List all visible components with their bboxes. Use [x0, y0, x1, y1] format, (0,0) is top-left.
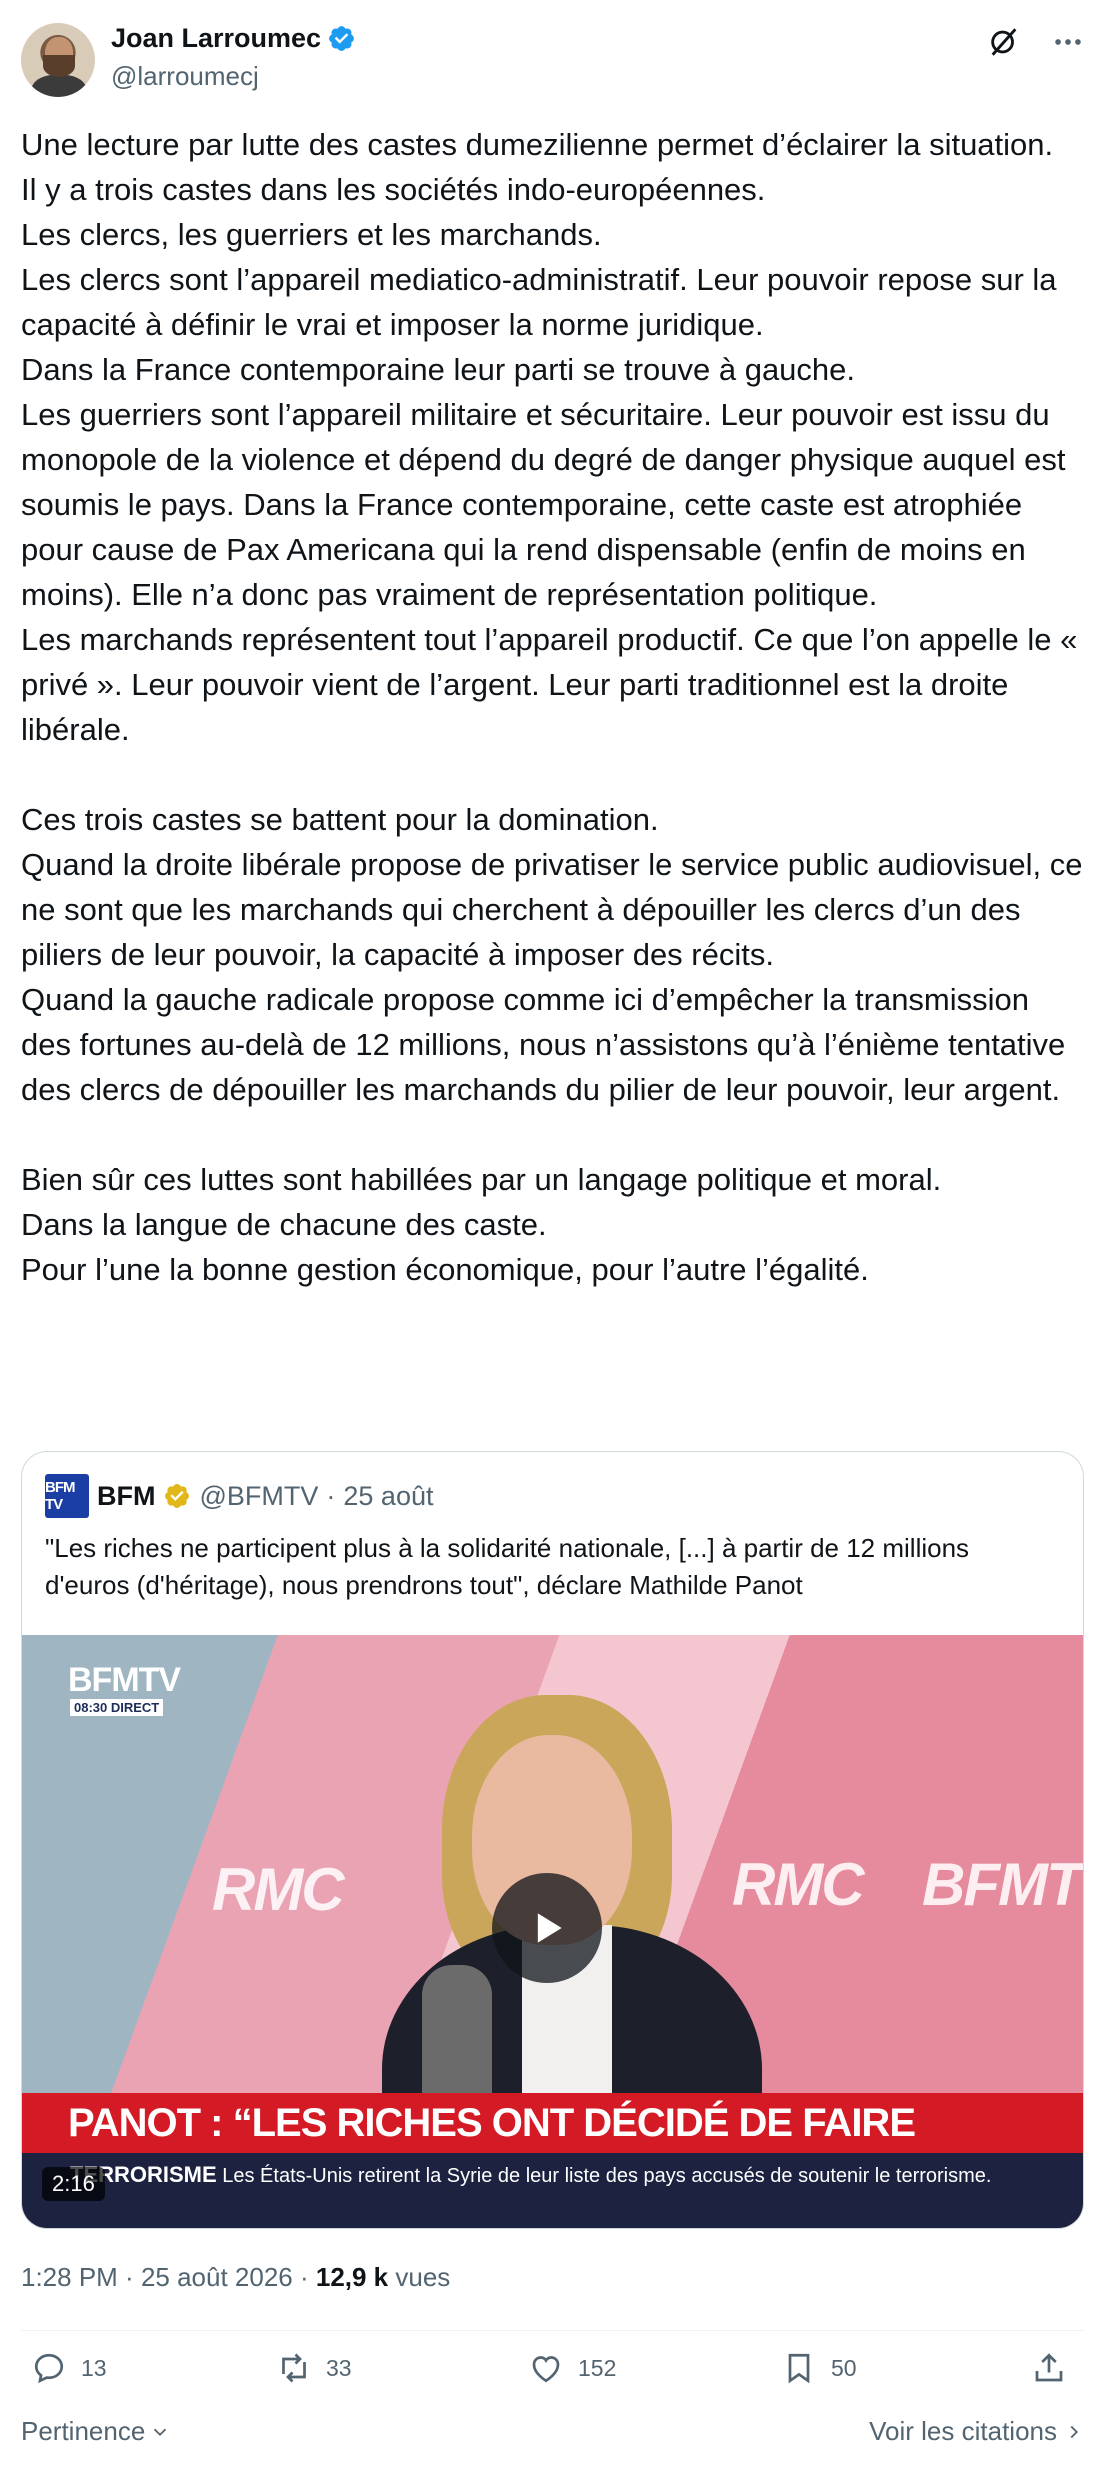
tweet-paragraph: Dans la France contemporaine leur parti …	[21, 352, 856, 387]
video-watermark: BFMTV	[922, 1851, 1083, 1918]
repost-button[interactable]: 33	[276, 2350, 352, 2386]
grok-icon[interactable]	[987, 25, 1021, 59]
author-handle[interactable]: @larroumecj	[111, 61, 259, 92]
views-label: vues	[395, 2262, 451, 2292]
quoted-tweet-text: "Les riches ne participent plus à la sol…	[45, 1533, 970, 1600]
repost-count: 33	[326, 2354, 352, 2381]
reply-button[interactable]: 13	[31, 2350, 107, 2386]
more-icon[interactable]	[1051, 25, 1085, 59]
quoted-tweet-header: BFM TV BFM @BFMTV · 25 août	[45, 1474, 433, 1518]
avatar[interactable]	[21, 23, 95, 97]
view-quotes-label: Voir les citations	[869, 2416, 1057, 2446]
tweet-paragraph: Il y a trois castes dans les sociétés in…	[21, 172, 766, 207]
tweet-paragraph: Les clercs sont l’appareil mediatico-adm…	[21, 262, 1057, 342]
tweet-paragraph: Les guerriers sont l’appareil militaire …	[21, 397, 1066, 612]
play-icon	[537, 1913, 562, 1943]
bfm-logo[interactable]: BFM TV	[45, 1474, 89, 1518]
sort-dropdown[interactable]: Pertinence	[21, 2416, 171, 2447]
tweet-body: Une lecture par lutte des castes dumezil…	[21, 122, 1087, 1292]
tweet-header: Joan Larroumec @larroumecj	[21, 21, 1085, 101]
video-player[interactable]: BFMTV 08:30 DIRECT RMC RMC BFMTV PANOT :…	[22, 1635, 1083, 2228]
quoted-author-name[interactable]: BFM	[97, 1481, 155, 1512]
gold-verified-badge-icon	[165, 1484, 190, 1508]
video-duration: 2:16	[42, 2167, 105, 2201]
video-watermark: RMC	[212, 1856, 345, 1923]
quoted-tweet[interactable]: BFM TV BFM @BFMTV · 25 août "Les riches …	[21, 1451, 1084, 2229]
bookmark-icon	[788, 2353, 810, 2384]
bookmark-button[interactable]: 50	[781, 2350, 857, 2386]
like-icon	[532, 2356, 560, 2383]
tweet-blank-line	[21, 752, 1087, 797]
tweet-paragraph: Quand la droite libérale propose de priv…	[21, 847, 1083, 972]
video-watermark: RMC	[732, 1851, 865, 1918]
share-button[interactable]	[1031, 2350, 1067, 2386]
like-count: 152	[578, 2354, 617, 2381]
tweet-blank-line	[21, 1112, 1087, 1157]
views-count: 12,9 k	[315, 2262, 389, 2292]
view-quotes-link[interactable]: Voir les citations	[869, 2416, 1085, 2447]
video-channel-logo: BFMTV	[68, 1661, 181, 1699]
tweet-paragraph: Pour l’une la bonne gestion économique, …	[21, 1252, 869, 1287]
video-headline-banner: PANOT : “LES RICHES ONT DÉCIDÉ DE FAIRE …	[22, 2093, 1083, 2205]
quoted-separator: ·	[326, 1480, 336, 1511]
action-bar: 13 33 152 50	[21, 2350, 1085, 2398]
meta-separator: ·	[292, 2262, 316, 2292]
verified-badge-icon	[329, 26, 354, 51]
tweet-paragraph: Les marchands représentent tout l’appare…	[21, 622, 1078, 747]
quoted-author-handle[interactable]: @BFMTV	[199, 1481, 318, 1512]
divider	[21, 2330, 1085, 2331]
tweet-paragraph: Ces trois castes se battent pour la domi…	[21, 802, 659, 837]
chevron-down-icon	[154, 2428, 167, 2436]
play-button[interactable]	[492, 1873, 602, 1983]
chevron-right-icon	[1070, 2425, 1079, 2438]
meta-separator: ·	[117, 2262, 141, 2292]
author-name[interactable]: Joan Larroumec	[111, 23, 321, 54]
sort-label: Pertinence	[21, 2416, 146, 2446]
bookmark-count: 50	[831, 2354, 857, 2381]
tweet-paragraph: Dans la langue de chacune des caste.	[21, 1207, 547, 1242]
tweet-time[interactable]: 1:28 PM	[21, 2262, 118, 2292]
tweet-paragraph: Une lecture par lutte des castes dumezil…	[21, 127, 1054, 162]
tweet-paragraph: Bien sûr ces luttes sont habillées par u…	[21, 1162, 942, 1197]
reply-count: 13	[81, 2354, 107, 2381]
share-icon	[1035, 2353, 1063, 2382]
repost-icon	[282, 2353, 306, 2383]
like-button[interactable]: 152	[528, 2350, 616, 2386]
video-live-badge: 08:30 DIRECT	[70, 1699, 164, 1716]
quoted-date[interactable]: 25 août	[343, 1481, 433, 1512]
tweet-paragraph: Quand la gauche radicale propose comme i…	[21, 982, 1066, 1107]
tweet-footer: Pertinence Voir les citations	[21, 2416, 1085, 2456]
reply-icon	[34, 2353, 64, 2384]
tweet-paragraph: Les clercs, les guerriers et les marchan…	[21, 217, 602, 252]
author-name-row[interactable]: Joan Larroumec	[111, 23, 356, 54]
tweet-meta: 1:28 PM · 25 août 2026 · 12,9 k vues	[21, 2262, 450, 2293]
tweet-date[interactable]: 25 août 2026	[141, 2262, 293, 2292]
video-ticker: TERRORISME Les États-Unis retirent la Sy…	[22, 2153, 1083, 2228]
ticker-text: Les États-Unis retirent la Syrie de leur…	[222, 2165, 992, 2187]
